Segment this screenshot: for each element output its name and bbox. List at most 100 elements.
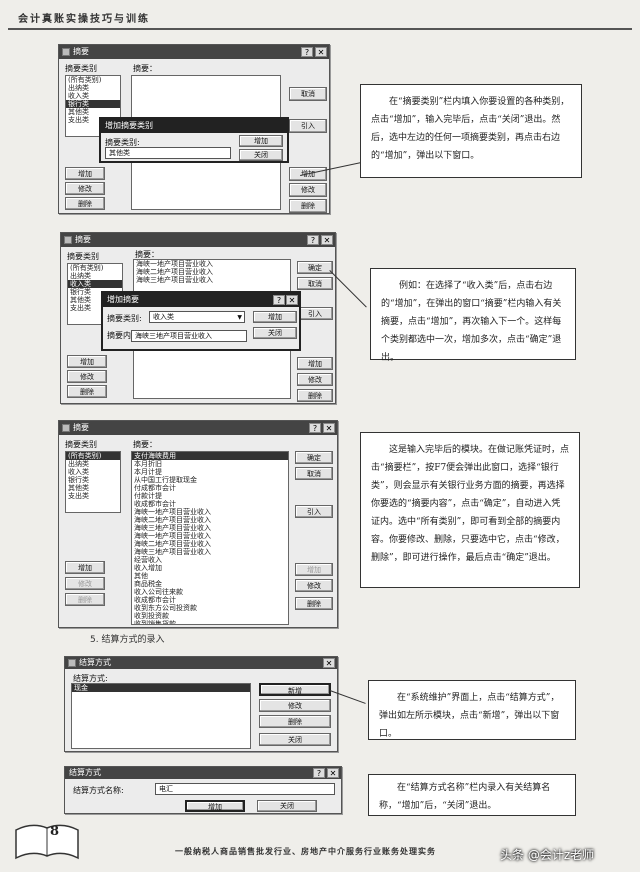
list-item[interactable]: 收成都市会计	[132, 500, 288, 508]
cancel-button[interactable]: 取消	[297, 277, 333, 290]
settlement-list[interactable]: 现金	[71, 683, 251, 749]
close-icon[interactable]: ✕	[323, 658, 335, 668]
summary-list[interactable]: 支付海峡费用 本月折旧 本月计提 从中国工行提取现金 付成都市会计 付款计提 收成都市会计海…	[131, 451, 289, 625]
help-icon[interactable]: ?	[313, 768, 325, 778]
list-item[interactable]: 其他类	[66, 108, 120, 116]
list-item[interactable]: 海峡一地产项目营业收入	[132, 532, 288, 540]
delete-button[interactable]: 删除	[259, 715, 331, 728]
list-item[interactable]: 其他类	[66, 484, 120, 492]
list-item[interactable]: 出纳类	[66, 460, 120, 468]
list-item[interactable]: 收到销售货款	[132, 620, 288, 624]
list-item[interactable]: 本月折旧	[132, 460, 288, 468]
ok-button[interactable]: 确定	[295, 451, 333, 464]
category-delete-button[interactable]: 删除	[65, 593, 105, 606]
list-item[interactable]: 现金	[72, 684, 250, 692]
list-item[interactable]: 出纳类	[66, 84, 120, 92]
import-button[interactable]: 引入	[289, 119, 327, 133]
list-item[interactable]: 本月计提	[132, 468, 288, 476]
window-title: 摘要	[73, 423, 89, 432]
list-item[interactable]: 收到东方公司投资款	[132, 604, 288, 612]
list-item[interactable]: 收成都市会计	[132, 596, 288, 604]
window-icon	[62, 424, 70, 432]
category-edit-button[interactable]: 修改	[65, 577, 105, 590]
category-edit-button[interactable]: 修改	[67, 370, 107, 383]
category-edit-button[interactable]: 修改	[65, 182, 105, 195]
edit-button[interactable]: 修改	[295, 579, 333, 592]
list-item[interactable]: 收到投资款	[132, 612, 288, 620]
list-item[interactable]: (所有类别)	[66, 452, 120, 460]
section-title: 5. 结算方式的录入	[90, 635, 165, 645]
category-name-input[interactable]: 其他类	[105, 147, 231, 159]
close-icon[interactable]: ✕	[321, 235, 333, 245]
close-icon[interactable]: ✕	[327, 768, 339, 778]
list-item[interactable]: (所有类别)	[68, 264, 122, 272]
list-item[interactable]: 收入增加	[132, 564, 288, 572]
close-icon[interactable]: ✕	[286, 295, 298, 305]
cancel-button[interactable]: 取消	[295, 467, 333, 480]
edit-button[interactable]: 修改	[259, 699, 331, 712]
ok-button[interactable]: 确定	[297, 261, 333, 274]
list-item[interactable]: 收入类	[66, 92, 120, 100]
list-item[interactable]: 海峡三地产项目营业收入	[132, 548, 288, 556]
category-label: 摘要类别	[65, 440, 97, 449]
list-item[interactable]: 从中国工行提取现金	[132, 476, 288, 484]
help-icon[interactable]: ?	[273, 295, 285, 305]
list-item[interactable]: 经营收入	[132, 556, 288, 564]
dialog-category-select[interactable]: 收入类 ▼	[149, 311, 245, 323]
watermark: 头条 @会计z老师	[500, 848, 595, 862]
import-button[interactable]: 引入	[295, 505, 333, 518]
import-button[interactable]: 引入	[297, 307, 333, 320]
settlement-name-input[interactable]: 电汇	[155, 783, 335, 795]
category-delete-button[interactable]: 删除	[65, 197, 105, 210]
list-item[interactable]: 收入类	[68, 280, 122, 288]
delete-button[interactable]: 删除	[289, 199, 327, 213]
list-item[interactable]: 银行类	[66, 476, 120, 484]
category-list[interactable]: (所有类别) 出纳类 收入类 银行类 其他类 支出类	[65, 451, 121, 513]
list-item[interactable]: 商品税金	[132, 580, 288, 588]
list-item[interactable]: 付成都市会计	[132, 484, 288, 492]
add-button[interactable]: 增加	[295, 563, 333, 576]
edit-button[interactable]: 修改	[297, 373, 333, 386]
dialog-add-button[interactable]: 增加	[239, 135, 283, 147]
close-icon[interactable]: ✕	[315, 47, 327, 57]
list-item[interactable]: 海峡一地产项目营业收入	[134, 260, 290, 268]
dialog-close-button[interactable]: 关闭	[253, 327, 297, 339]
help-icon[interactable]: ?	[309, 423, 321, 433]
list-item[interactable]: 收入公司往来款	[132, 588, 288, 596]
list-item[interactable]: 海峡二地产项目营业收入	[132, 540, 288, 548]
dialog-close-button[interactable]: 关闭	[239, 149, 283, 161]
cancel-button[interactable]: 取消	[289, 87, 327, 101]
list-item[interactable]: 支付海峡费用	[132, 452, 288, 460]
list-item[interactable]: 海峡二地产项目营业收入	[132, 516, 288, 524]
list-item[interactable]: 银行类	[66, 100, 120, 108]
category-add-button[interactable]: 增加	[67, 355, 107, 368]
delete-button[interactable]: 删除	[297, 389, 333, 402]
edit-button[interactable]: 修改	[289, 183, 327, 197]
list-item[interactable]: 收入类	[66, 468, 120, 476]
close-icon[interactable]: ✕	[323, 423, 335, 433]
dialog-summary-input[interactable]: 海峡三地产项目营业收入	[131, 330, 247, 342]
category-delete-button[interactable]: 删除	[67, 385, 107, 398]
list-item[interactable]: 海峡一地产项目营业收入	[132, 508, 288, 516]
help-icon[interactable]: ?	[301, 47, 313, 57]
add-button[interactable]: 增加	[297, 357, 333, 370]
list-item[interactable]: 支出类	[66, 492, 120, 500]
list-item[interactable]: (所有类别)	[66, 76, 120, 84]
add-category-dialog: 增加摘要类别 摘要类别: 其他类 增加 关闭	[99, 117, 289, 163]
list-item[interactable]: 其他	[132, 572, 288, 580]
close-button[interactable]: 关闭	[257, 800, 317, 812]
help-icon[interactable]: ?	[307, 235, 319, 245]
close-button[interactable]: 关闭	[259, 733, 331, 746]
category-add-button[interactable]: 增加	[65, 167, 105, 180]
add-button[interactable]: 增加	[185, 800, 245, 812]
delete-button[interactable]: 删除	[295, 597, 333, 610]
list-item[interactable]: 付款计提	[132, 492, 288, 500]
callout-5: 在“结算方式名称”栏内录入有关结算名称，“增加”后，“关闭”退出。	[368, 774, 576, 816]
dialog-add-button[interactable]: 增加	[253, 311, 297, 323]
list-item[interactable]: 海峡二地产项目营业收入	[134, 268, 290, 276]
category-add-button[interactable]: 增加	[65, 561, 105, 574]
list-item[interactable]: 出纳类	[68, 272, 122, 280]
list-item[interactable]: 海峡三地产项目营业收入	[132, 524, 288, 532]
list-item[interactable]: 海峡三地产项目营业收入	[134, 276, 290, 284]
new-button[interactable]: 新增	[259, 683, 331, 696]
